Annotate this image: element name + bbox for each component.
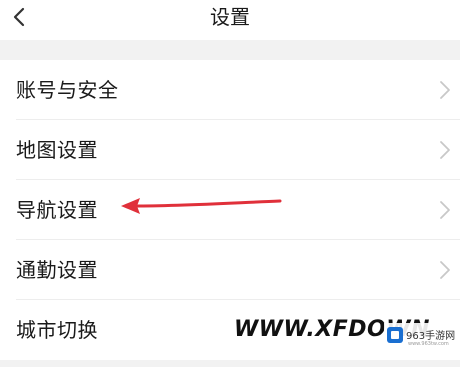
settings-screen: 设置 账号与安全 地图设置 导航设置 通勤设置 城市切换 WWW.XFDOWN … — [0, 0, 460, 367]
settings-item-commute[interactable]: 通勤设置 — [0, 240, 460, 300]
logo-text: 963手游网 — [406, 331, 456, 342]
top-bar: 设置 — [0, 0, 460, 40]
settings-item-label: 地图设置 — [16, 138, 98, 162]
settings-item-account-security[interactable]: 账号与安全 — [0, 60, 460, 120]
chevron-right-icon — [440, 261, 450, 279]
watermark-logo: 963手游网 www.963tw.com — [384, 323, 460, 353]
settings-item-label: 导航设置 — [16, 198, 98, 222]
chevron-right-icon — [440, 141, 450, 159]
page-title: 设置 — [210, 5, 250, 29]
logo-icon — [387, 327, 403, 343]
section-gap — [0, 40, 460, 60]
settings-item-label: 通勤设置 — [16, 258, 98, 282]
logo-subtext: www.963tw.com — [408, 341, 449, 347]
settings-item-label: 城市切换 — [16, 318, 98, 342]
chevron-right-icon — [440, 201, 450, 219]
settings-list: 账号与安全 地图设置 导航设置 通勤设置 城市切换 — [0, 60, 460, 360]
bottom-strip — [0, 360, 460, 367]
chevron-right-icon — [440, 81, 450, 99]
settings-item-label: 账号与安全 — [16, 78, 119, 102]
settings-item-navigation[interactable]: 导航设置 — [0, 180, 460, 240]
settings-item-map[interactable]: 地图设置 — [0, 120, 460, 180]
